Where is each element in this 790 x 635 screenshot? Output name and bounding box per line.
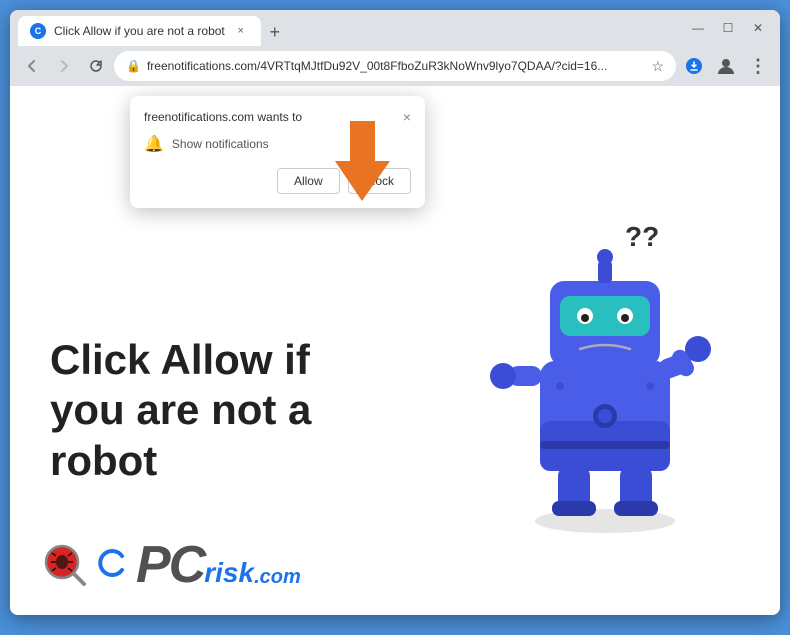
risk-text: risk bbox=[204, 557, 254, 589]
svg-text:??: ?? bbox=[625, 221, 659, 252]
robot-svg: ?? bbox=[470, 201, 730, 541]
page-text-section: Click Allow if you are not a robot bbox=[50, 215, 460, 486]
url-text: freenotifications.com/4VRTtqMJtfDu92V_00… bbox=[147, 59, 645, 73]
bottom-branding: PC risk .com bbox=[40, 535, 301, 595]
back-button[interactable] bbox=[18, 52, 46, 80]
popup-title: freenotifications.com wants to bbox=[144, 110, 302, 124]
profile-button[interactable] bbox=[712, 52, 740, 80]
page-heading: Click Allow if you are not a robot bbox=[50, 335, 440, 486]
maximize-button[interactable]: ☐ bbox=[714, 14, 742, 42]
download-button[interactable] bbox=[680, 52, 708, 80]
browser-window: C Click Allow if you are not a robot × +… bbox=[10, 10, 780, 615]
browser-toolbar: 🔒 freenotifications.com/4VRTtqMJtfDu92V_… bbox=[10, 46, 780, 86]
arrow-container bbox=[320, 116, 400, 221]
menu-button[interactable]: ⋮ bbox=[744, 52, 772, 80]
reload-button[interactable] bbox=[82, 52, 110, 80]
dot-com-text: .com bbox=[254, 566, 301, 589]
minimize-button[interactable]: — bbox=[684, 14, 712, 42]
tab-title: Click Allow if you are not a robot bbox=[54, 24, 225, 38]
page-content: freenotifications.com wants to × 🔔 Show … bbox=[10, 86, 780, 615]
pcrisk-logo: PC risk .com bbox=[136, 535, 301, 595]
popup-notification-text: Show notifications bbox=[172, 137, 269, 151]
tab-close-button[interactable]: × bbox=[233, 23, 249, 39]
tab-strip: C Click Allow if you are not a robot × + bbox=[18, 10, 680, 46]
forward-button[interactable] bbox=[50, 52, 78, 80]
address-bar[interactable]: 🔒 freenotifications.com/4VRTtqMJtfDu92V_… bbox=[114, 51, 676, 81]
robot-illustration: ?? bbox=[460, 201, 740, 541]
new-tab-button[interactable]: + bbox=[261, 18, 289, 46]
title-bar: C Click Allow if you are not a robot × +… bbox=[10, 10, 780, 46]
scan-icon bbox=[40, 540, 90, 590]
lock-icon: 🔒 bbox=[126, 59, 141, 73]
window-controls: — ☐ ✕ bbox=[684, 14, 772, 42]
bookmark-icon[interactable]: ☆ bbox=[651, 58, 664, 75]
close-button[interactable]: ✕ bbox=[744, 14, 772, 42]
active-tab[interactable]: C Click Allow if you are not a robot × bbox=[18, 16, 261, 46]
pc-text: PC bbox=[136, 535, 204, 595]
bell-icon: 🔔 bbox=[144, 134, 164, 154]
c-brand-icon bbox=[98, 548, 126, 583]
popup-close-button[interactable]: × bbox=[403, 110, 411, 124]
tab-favicon: C bbox=[30, 23, 46, 39]
pointing-arrow bbox=[320, 116, 400, 216]
